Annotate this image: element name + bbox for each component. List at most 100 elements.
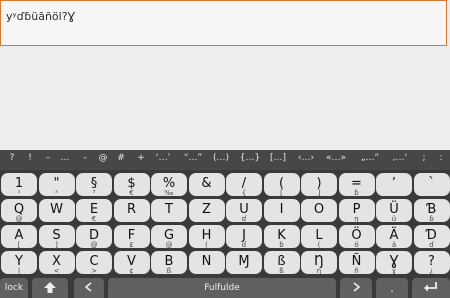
suggestion-symbol[interactable]: + — [137, 153, 145, 163]
keyboard-key[interactable]: V ¢ — [113, 251, 150, 275]
keyboard-key[interactable]: Üü — [376, 199, 412, 223]
suggestion-symbol[interactable]: # — [117, 153, 125, 163]
keyboard-key[interactable]: W — [38, 199, 75, 222]
keyboard-key[interactable]: § ³ — [76, 173, 112, 197]
right-arrow-icon — [340, 282, 372, 292]
keyboard-key[interactable]: & — [188, 173, 225, 196]
keyboard-key[interactable]: E € — [76, 199, 112, 223]
keyboard-key[interactable]: " ² — [38, 173, 75, 197]
left-arrow-key[interactable] — [74, 278, 104, 298]
keyboard-key[interactable]: Ŋŋ — [301, 251, 337, 275]
right-arrow-key[interactable] — [340, 278, 372, 298]
keyboard-key[interactable]: ([ — [263, 173, 300, 197]
keyboard-key[interactable]: R — [113, 199, 150, 222]
suggestion-symbol[interactable]: … — [61, 153, 70, 163]
keyboard-key[interactable]: D @ — [76, 225, 112, 249]
key-alt-label: @ — [90, 241, 98, 249]
suggestion-symbol[interactable]: @ — [99, 153, 108, 163]
keyboard-key[interactable]: Ɓɓ — [413, 199, 450, 223]
key-alt-label: ä — [391, 241, 397, 249]
key-label: R — [126, 202, 137, 217]
suggestion-symbol[interactable]: : — [439, 153, 442, 163]
key-alt-label: £ — [129, 241, 134, 249]
keyboard-key[interactable]: Kɓ — [263, 225, 300, 249]
keyboard-key[interactable]: F £ — [113, 225, 150, 249]
suggestion-symbol[interactable]: – — [46, 153, 51, 163]
keyboard-key[interactable]: I — [263, 199, 300, 222]
key-alt-label: ³ — [92, 189, 96, 197]
suggestion-symbol[interactable]: (…) — [213, 153, 229, 163]
keyboard-key[interactable]: Öö — [338, 225, 375, 249]
key-alt-label: ü — [391, 215, 397, 223]
keyboard-key[interactable]: L( — [301, 225, 337, 249]
suggestion-symbol[interactable]: ‘…’ — [156, 153, 171, 163]
key-label: W — [50, 202, 63, 217]
key-label: Ɱ — [238, 254, 250, 269]
keyboard-key[interactable]: H( — [188, 225, 225, 249]
key-alt-label: { — [241, 189, 247, 197]
lock-key[interactable]: lock — [0, 278, 28, 298]
keyboard-key[interactable]: Pŋ — [338, 199, 375, 223]
key-alt-label: € — [129, 189, 134, 197]
suggestion-symbol[interactable]: ! — [28, 153, 32, 163]
suggestion-symbol[interactable]: ‹…› — [298, 153, 314, 163]
period-key[interactable]: . — [376, 278, 408, 298]
suggestion-bar: ?! –… - @ # + ‘…’ “…” (…) {…} […] ‹…› «…» „…“ ‚…‘;: — [0, 150, 450, 170]
keyboard-key[interactable]: /{ — [226, 173, 262, 197]
keyboard-key[interactable]: X < — [38, 251, 75, 275]
suggestion-symbol[interactable]: {…} — [240, 153, 260, 163]
keyboard-key[interactable]: Ññ — [338, 251, 375, 275]
suggestion-symbol[interactable]: - — [83, 153, 86, 163]
key-label: I — [279, 202, 284, 217]
key-alt-label: @ — [15, 215, 23, 223]
keyboard-key[interactable]: = ɓ — [338, 173, 375, 197]
keyboard-key[interactable]: Ɱ — [226, 251, 262, 274]
key-alt-label: ¢ — [129, 267, 134, 275]
key-alt-label: ß — [279, 267, 284, 275]
suggestion-symbol[interactable]: […] — [270, 153, 286, 163]
keyboard-key[interactable]: ` — [413, 173, 450, 196]
suggestion-symbol[interactable]: „…“ — [361, 153, 379, 163]
key-label: T — [165, 202, 173, 217]
keyboard-key[interactable]: ’ — [376, 173, 412, 196]
keyboard-key[interactable]: N — [188, 251, 225, 274]
keyboard-key[interactable]: G @ — [151, 225, 187, 249]
keyboard-key[interactable]: C > — [76, 251, 112, 275]
suggestion-symbol[interactable]: ? — [10, 153, 15, 163]
key-alt-label: ( — [205, 241, 208, 249]
enter-key[interactable] — [412, 278, 450, 298]
keyboard-key[interactable]: $ € — [113, 173, 150, 197]
keyboard-key[interactable]: T — [151, 199, 187, 222]
keyboard-key[interactable]: Q @ — [1, 199, 37, 223]
key-alt-label: ¿ — [429, 267, 434, 275]
keyboard-key[interactable]: S] — [38, 225, 75, 249]
keyboard-key[interactable]: Z — [188, 199, 225, 222]
text-input[interactable]: yʸɗɓüãñöl?Ɣ — [0, 0, 447, 46]
space-key[interactable]: Fulfulde — [108, 278, 336, 298]
suggestion-symbol[interactable]: “…” — [184, 153, 202, 163]
keyboard-key[interactable]: % ‰ — [151, 173, 187, 197]
keyboard-key[interactable]: ? ¿ — [413, 251, 450, 275]
keyboard-key[interactable]: Jɗ — [226, 225, 262, 249]
keyboard-key[interactable]: )] — [301, 173, 337, 197]
key-alt-label: ß — [166, 267, 172, 275]
keyboard-key[interactable]: Ɣɣ — [376, 251, 412, 275]
key-label: ’ — [391, 176, 397, 191]
suggestion-symbol[interactable]: «…» — [326, 153, 346, 163]
keyboard-key[interactable]: A[ — [1, 225, 37, 249]
suggestion-symbol[interactable]: ‚…‘ — [393, 153, 408, 163]
keyboard-key[interactable]: Ɗɗ — [413, 225, 450, 249]
keyboard-key[interactable]: 1¹ — [1, 173, 37, 197]
key-alt-label: ɓ — [429, 215, 434, 223]
keyboard-key[interactable]: Uɗ — [226, 199, 262, 223]
suggestion-symbol[interactable]: ; — [422, 153, 425, 163]
key-alt-label: ɓ — [354, 189, 359, 197]
keyboard-key[interactable]: O — [301, 199, 337, 222]
keyboard-key[interactable]: Ää — [376, 225, 412, 249]
keyboard-bottom-row: lock Fulfulde . — [0, 278, 450, 298]
keyboard-key[interactable]: ßß — [263, 251, 300, 275]
keyboard-key[interactable]: Bß — [151, 251, 187, 275]
key-alt-label: € — [91, 215, 97, 223]
keyboard-key[interactable]: Y | — [1, 251, 37, 275]
shift-key[interactable] — [32, 278, 68, 298]
